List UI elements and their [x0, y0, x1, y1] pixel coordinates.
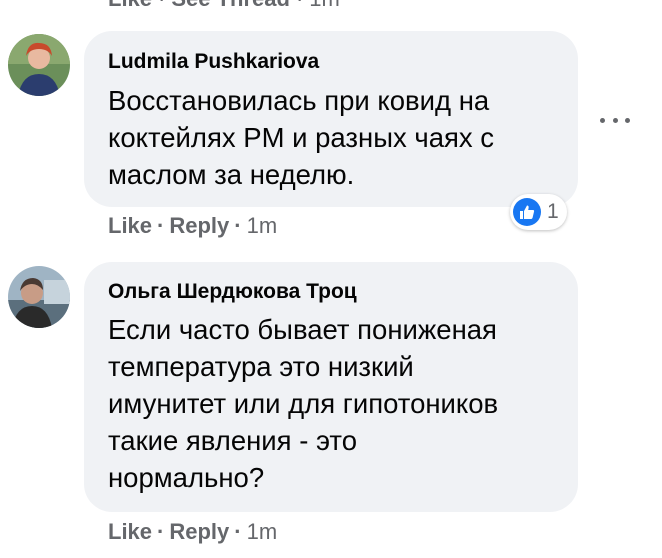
comment-text-line: маслом за неделю. — [108, 159, 355, 190]
reply-button[interactable]: Reply — [169, 519, 229, 544]
comment-text-line: температура это низкий — [108, 351, 414, 382]
see-thread-link[interactable]: See Thread — [171, 0, 290, 11]
dot — [600, 117, 605, 123]
reaction-summary[interactable]: 1 — [510, 194, 567, 230]
comment-text-line: коктейлях PM и разных чаях с — [108, 122, 495, 153]
separator-dot: · — [234, 519, 242, 544]
separator-dot: · — [157, 213, 165, 238]
thumbs-up-icon — [513, 198, 541, 226]
comment-text-line: Восстановилась при ковид на — [108, 85, 490, 116]
avatar[interactable] — [8, 34, 70, 96]
previous-comment-actions: Like · See Thread · 1m — [108, 0, 340, 12]
timestamp[interactable]: 1m — [247, 213, 278, 238]
comment-actions: Like · Reply · 1m — [108, 519, 277, 545]
comment-text: Восстановилась при ковид на коктейлях PM… — [108, 82, 494, 193]
dot — [625, 117, 630, 123]
comment-text-line: имунитет или для гипотоников — [108, 388, 499, 419]
timestamp[interactable]: 1m — [247, 519, 278, 544]
comment-text-line: нормально? — [108, 462, 265, 493]
separator-dot: · — [234, 213, 242, 238]
more-horizontal-icon[interactable] — [600, 110, 630, 130]
comment-author[interactable]: Ludmila Pushkariova — [108, 50, 319, 74]
separator-dot: · — [296, 0, 303, 11]
avatar[interactable] — [8, 266, 70, 328]
comment-author[interactable]: Ольга Шердюкова Троц — [108, 280, 357, 304]
comment-actions: Like · Reply · 1m — [108, 213, 277, 239]
comment-text: Если часто бывает пониженая температура … — [108, 311, 498, 496]
avatar-image — [8, 34, 70, 96]
comment-text-line: такие явления - это — [108, 425, 358, 456]
previous-like-button[interactable]: Like — [108, 0, 152, 11]
separator-dot: · — [158, 0, 165, 11]
reaction-count: 1 — [547, 200, 559, 223]
like-button[interactable]: Like — [108, 519, 152, 544]
avatar-image — [8, 266, 70, 328]
reply-button[interactable]: Reply — [169, 213, 229, 238]
separator-dot: · — [157, 519, 165, 544]
dot — [612, 117, 618, 123]
previous-timestamp: 1m — [309, 0, 340, 11]
comment-text-line: Если часто бывает пониженая — [108, 314, 497, 345]
like-button[interactable]: Like — [108, 213, 152, 238]
